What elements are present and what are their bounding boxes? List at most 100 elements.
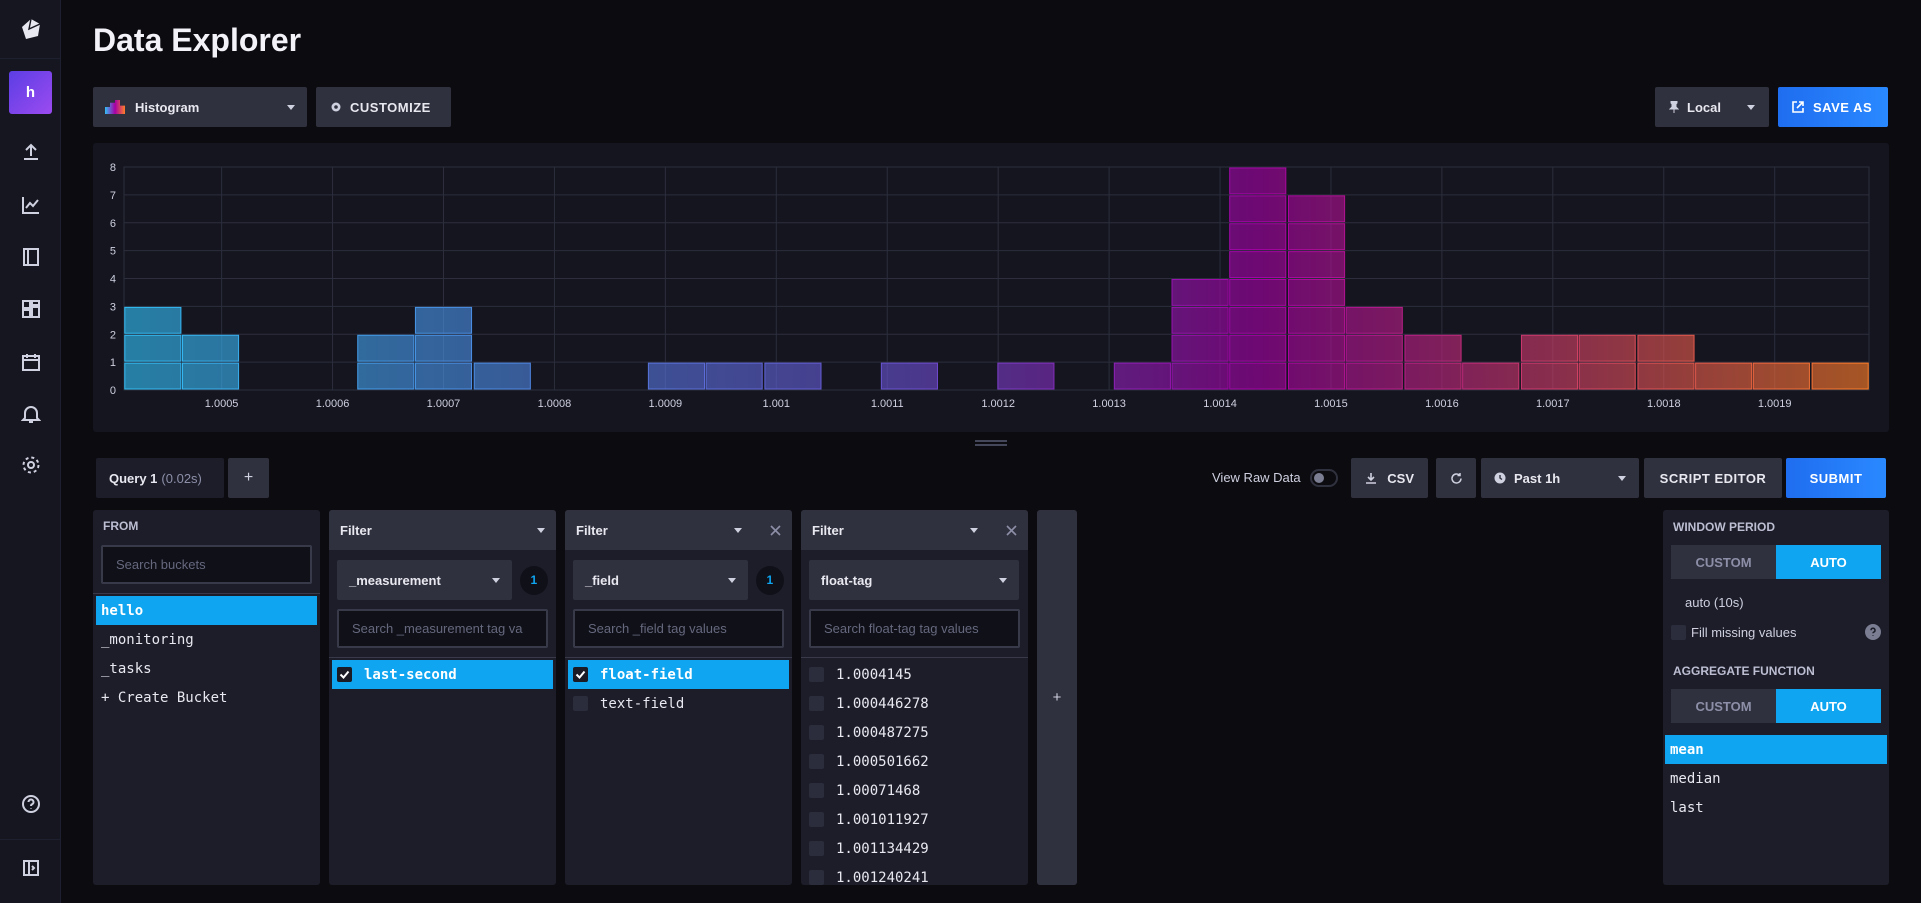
filter-key-dropdown[interactable]: _field (573, 560, 748, 600)
filter-key-dropdown[interactable]: _measurement (337, 560, 512, 600)
selected-count-badge: 1 (755, 565, 784, 595)
tag-value-item[interactable]: float-field (568, 660, 789, 689)
filter-header[interactable]: Filter (329, 510, 556, 550)
org-avatar[interactable]: h (9, 71, 52, 114)
notebook-icon[interactable] (19, 245, 43, 269)
view-raw-data-toggle[interactable] (1310, 469, 1338, 487)
y-tick-label: 5 (110, 246, 116, 258)
submit-button[interactable]: SUBMIT (1786, 458, 1886, 498)
histogram-block (1171, 334, 1229, 362)
function-item[interactable]: median (1665, 764, 1887, 793)
upload-icon[interactable] (19, 140, 43, 164)
histogram-bar (1811, 362, 1869, 390)
csv-download-button[interactable]: CSV (1351, 458, 1428, 498)
histogram-block (1404, 362, 1462, 390)
tab-query-1[interactable]: Query 1 (0.02s) (96, 458, 224, 498)
bucket-search-input[interactable]: Search buckets (101, 545, 312, 584)
influx-logo-icon[interactable] (0, 0, 61, 59)
view-type-dropdown[interactable]: Histogram (93, 87, 307, 127)
calendar-icon[interactable] (19, 350, 43, 374)
bucket-item[interactable]: hello (96, 596, 317, 625)
y-tick-label: 2 (110, 329, 116, 341)
time-range-dropdown[interactable]: Past 1h (1481, 458, 1639, 498)
help-icon[interactable] (1865, 624, 1881, 640)
tag-value-label: last-second (364, 666, 457, 683)
gear-icon[interactable] (19, 453, 43, 477)
timezone-dropdown[interactable]: Local (1655, 87, 1769, 127)
tag-value-item[interactable]: 1.001134429 (804, 834, 1025, 863)
view-raw-data-label: View Raw Data (1212, 470, 1301, 485)
filter-key-dropdown[interactable]: float-tag (809, 560, 1019, 600)
histogram-bar (647, 362, 706, 390)
add-query-button[interactable]: + (228, 458, 269, 498)
histogram-block (1287, 223, 1346, 251)
chevron-down-icon (287, 104, 295, 110)
tag-value-item[interactable]: 1.0004145 (804, 660, 1025, 689)
filter-header-label: Filter (576, 522, 608, 538)
tag-value-item[interactable]: 1.000446278 (804, 689, 1025, 718)
filter-header[interactable]: Filter (565, 510, 792, 550)
view-type-label: Histogram (135, 99, 200, 115)
graph-icon[interactable] (19, 193, 43, 217)
selected-count-badge: 1 (519, 565, 548, 595)
fill-missing-checkbox[interactable] (1671, 624, 1686, 640)
tag-value-item[interactable]: 1.000501662 (804, 747, 1025, 776)
save-as-label: SAVE AS (1813, 99, 1873, 115)
create-bucket-link[interactable]: + Create Bucket (96, 683, 317, 712)
download-icon (1365, 472, 1377, 484)
y-tick-label: 7 (110, 190, 116, 202)
histogram-block (1229, 167, 1287, 195)
script-editor-label: SCRIPT EDITOR (1659, 470, 1767, 486)
add-filter-button[interactable]: + (1037, 510, 1077, 885)
tag-value-item[interactable]: 1.001240241 (804, 863, 1025, 885)
tag-value-item[interactable]: 1.00071468 (804, 776, 1025, 805)
histogram-block (357, 362, 415, 390)
function-label: mean (1670, 741, 1704, 758)
checkbox-icon (809, 841, 824, 856)
refresh-button[interactable] (1436, 458, 1476, 498)
aggregate-auto-button[interactable]: AUTO (1776, 689, 1881, 723)
histogram-block (124, 362, 182, 390)
dashboard-icon[interactable] (19, 297, 43, 321)
sidebar: h (0, 0, 61, 903)
tag-search-input[interactable]: Search _field tag values (573, 609, 784, 648)
help-icon[interactable] (19, 792, 43, 816)
histogram-block (1811, 362, 1869, 390)
histogram-block (1637, 334, 1695, 362)
close-icon[interactable] (1006, 524, 1017, 536)
bell-icon[interactable] (19, 402, 43, 426)
function-item[interactable]: last (1665, 793, 1887, 822)
histogram-block (1229, 334, 1287, 362)
filter-divider (801, 657, 1028, 658)
close-icon[interactable] (770, 524, 781, 536)
tag-value-item[interactable]: text-field (568, 689, 789, 718)
bucket-item[interactable]: _tasks (96, 654, 317, 683)
tag-value-label: text-field (600, 695, 685, 712)
tag-search-input[interactable]: Search float-tag tag values (809, 609, 1020, 648)
save-as-button[interactable]: SAVE AS (1778, 87, 1888, 127)
aggregate-custom-button[interactable]: CUSTOM (1671, 689, 1776, 723)
tag-search-input[interactable]: Search _measurement tag va (337, 609, 548, 648)
customize-button[interactable]: CUSTOMIZE (316, 87, 451, 127)
histogram-block (1637, 362, 1695, 390)
tag-value-item[interactable]: 1.000487275 (804, 718, 1025, 747)
customize-label: CUSTOMIZE (350, 99, 431, 115)
histogram-icon (105, 100, 125, 114)
window-auto-button[interactable]: AUTO (1776, 545, 1881, 579)
filter-header[interactable]: Filter (801, 510, 1028, 550)
bucket-list: hello _monitoring _tasks + Create Bucket (93, 596, 320, 712)
filter-divider (329, 657, 556, 658)
bucket-item[interactable]: _monitoring (96, 625, 317, 654)
tag-value-item[interactable]: last-second (332, 660, 553, 689)
tag-value-item[interactable]: 1.001011927 (804, 805, 1025, 834)
function-item[interactable]: mean (1665, 735, 1887, 764)
collapse-sidebar-icon[interactable] (19, 856, 43, 880)
resize-handle[interactable] (975, 440, 1007, 446)
histogram-block (414, 306, 473, 334)
histogram-block (1171, 362, 1229, 390)
timezone-label: Local (1687, 99, 1721, 115)
window-custom-button[interactable]: CUSTOM (1671, 545, 1776, 579)
aggregate-toggle: CUSTOM AUTO (1671, 689, 1881, 723)
histogram-block (124, 306, 182, 334)
script-editor-button[interactable]: SCRIPT EDITOR (1644, 458, 1782, 498)
